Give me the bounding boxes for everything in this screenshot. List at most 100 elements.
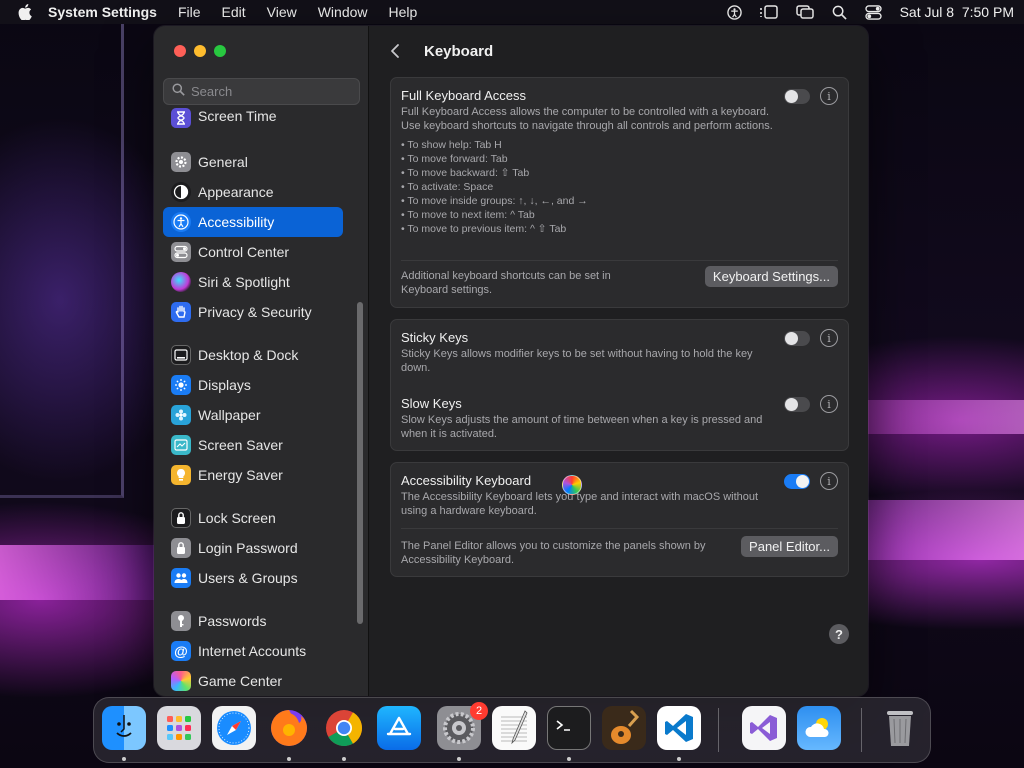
- sidebar-item-internet-accounts[interactable]: @ Internet Accounts: [163, 636, 343, 666]
- sidebar-item-desktop-dock[interactable]: Desktop & Dock: [163, 340, 343, 370]
- sidebar-item-label: Users & Groups: [198, 570, 298, 586]
- search-input[interactable]: [191, 84, 351, 99]
- panel-editor-description: The Panel Editor allows you to customize…: [401, 540, 706, 566]
- wallpaper-frame-shape: [0, 24, 124, 498]
- firefox-icon[interactable]: [267, 706, 311, 750]
- sidebar-item-label: Screen Saver: [198, 437, 283, 453]
- vscode-icon[interactable]: [657, 706, 701, 750]
- terminal-icon[interactable]: [547, 706, 591, 750]
- sidebar-search[interactable]: [163, 78, 360, 105]
- trash-icon[interactable]: [878, 706, 922, 750]
- help-button[interactable]: ?: [829, 624, 849, 644]
- keyboard-settings-button[interactable]: Keyboard Settings...: [704, 266, 838, 287]
- shortcut-item: • To move inside groups: ↑, ↓, ←, and →: [401, 195, 588, 207]
- sidebar-item-screen-time[interactable]: Screen Time: [163, 108, 343, 130]
- shortcut-item: • To move backward: ⇧ Tab: [401, 167, 530, 179]
- app-store-icon[interactable]: [377, 706, 421, 750]
- back-button[interactable]: [390, 41, 410, 61]
- lock-icon: [171, 508, 191, 528]
- accessibility-keyboard-row: Accessibility Keyboard The Accessibility…: [391, 463, 848, 528]
- screen-saver-icon: [171, 435, 191, 455]
- spotlight-search-icon[interactable]: [832, 5, 847, 20]
- full-keyboard-access-row: Full Keyboard Access Full Keyboard Acces…: [391, 78, 848, 260]
- visual-studio-icon[interactable]: [742, 706, 786, 750]
- content-pane: Keyboard Full Keyboard Access Full Keybo…: [370, 26, 868, 696]
- wallpaper-glow-right-upper: [868, 400, 1024, 434]
- full-keyboard-access-toggle[interactable]: [784, 89, 810, 104]
- minimize-window-button[interactable]: [194, 45, 206, 57]
- weather-icon[interactable]: [797, 706, 841, 750]
- sidebar-item-appearance[interactable]: Appearance: [163, 177, 343, 207]
- garageband-icon[interactable]: [602, 706, 646, 750]
- window-controls: [174, 45, 226, 57]
- textedit-icon[interactable]: [492, 706, 536, 750]
- accessibility-keyboard-toggle[interactable]: [784, 474, 810, 489]
- accessibility-keyboard-title: Accessibility Keyboard: [401, 473, 532, 488]
- stage-manager-icon[interactable]: [759, 5, 778, 19]
- sidebar-item-label: General: [198, 154, 248, 170]
- shortcut-item: • To move forward: Tab: [401, 153, 508, 165]
- zoom-window-button[interactable]: [214, 45, 226, 57]
- menu-app-name[interactable]: System Settings: [48, 4, 157, 20]
- slow-keys-info-button[interactable]: i: [820, 395, 838, 413]
- sticky-keys-info-button[interactable]: i: [820, 329, 838, 347]
- sidebar-item-label: Privacy & Security: [198, 304, 312, 320]
- wallpaper-glow-right: [868, 500, 1024, 560]
- busy-cursor-icon: [562, 475, 582, 495]
- sidebar-item-passwords[interactable]: Passwords: [163, 606, 343, 636]
- accessibility-status-icon[interactable]: [726, 4, 742, 20]
- sidebar-item-wallpaper[interactable]: Wallpaper: [163, 400, 343, 430]
- sidebar-item-accessibility[interactable]: Accessibility: [163, 207, 343, 237]
- screen-mirroring-icon[interactable]: [795, 5, 814, 19]
- sidebar-item-lock-screen[interactable]: Lock Screen: [163, 503, 343, 533]
- sidebar-item-displays[interactable]: Displays: [163, 370, 343, 400]
- apple-icon[interactable]: [18, 4, 34, 20]
- sidebar-item-privacy-security[interactable]: Privacy & Security: [163, 297, 343, 327]
- appearance-icon: [171, 182, 191, 202]
- siri-icon: [171, 272, 191, 292]
- sidebar-item-siri-spotlight[interactable]: Siri & Spotlight: [163, 267, 343, 297]
- sidebar-item-label: Siri & Spotlight: [198, 274, 290, 290]
- menu-edit[interactable]: Edit: [222, 4, 246, 20]
- launchpad-icon[interactable]: [157, 706, 201, 750]
- sidebar-scrollbar[interactable]: [357, 302, 363, 624]
- menu-file[interactable]: File: [178, 4, 201, 20]
- menu-window[interactable]: Window: [318, 4, 368, 20]
- keyboard-settings-description: Additional keyboard shortcuts can be set…: [401, 270, 611, 296]
- shortcut-item: • To move to next item: ^ Tab: [401, 209, 535, 221]
- gear-icon: [171, 152, 191, 172]
- sidebar-item-control-center[interactable]: Control Center: [163, 237, 343, 267]
- sticky-slow-keys-card: Sticky Keys Sticky Keys allows modifier …: [390, 319, 849, 451]
- chrome-icon[interactable]: [322, 706, 366, 750]
- accessibility-keyboard-description: The Accessibility Keyboard lets you type…: [401, 491, 759, 517]
- sidebar-item-general[interactable]: General: [163, 147, 343, 177]
- accessibility-keyboard-card: Accessibility Keyboard The Accessibility…: [390, 462, 849, 577]
- full-keyboard-access-title: Full Keyboard Access: [401, 88, 527, 103]
- panel-editor-button[interactable]: Panel Editor...: [741, 536, 838, 557]
- finder-icon[interactable]: [102, 706, 146, 750]
- full-keyboard-access-info-button[interactable]: i: [820, 87, 838, 105]
- accessibility-keyboard-info-button[interactable]: i: [820, 472, 838, 490]
- sidebar-item-label: Control Center: [198, 244, 290, 260]
- sidebar-item-screen-saver[interactable]: Screen Saver: [163, 430, 343, 460]
- sticky-keys-toggle[interactable]: [784, 331, 810, 346]
- keyboard-settings-row: Additional keyboard shortcuts can be set…: [391, 261, 848, 297]
- close-window-button[interactable]: [174, 45, 186, 57]
- sidebar-item-game-center[interactable]: Game Center: [163, 666, 343, 696]
- dock-separator: [861, 708, 862, 752]
- slow-keys-toggle[interactable]: [784, 397, 810, 412]
- menu-clock[interactable]: Sat Jul 8 7:50 PM: [900, 4, 1014, 20]
- control-center-icon[interactable]: [864, 4, 882, 20]
- running-indicator: [342, 757, 346, 761]
- bulb-icon: [171, 465, 191, 485]
- sidebar-item-users-groups[interactable]: Users & Groups: [163, 563, 343, 593]
- running-indicator: [567, 757, 571, 761]
- hand-icon: [171, 302, 191, 322]
- sidebar-item-label: Lock Screen: [198, 510, 276, 526]
- safari-icon[interactable]: [212, 706, 256, 750]
- sidebar-item-energy-saver[interactable]: Energy Saver: [163, 460, 343, 490]
- menu-view[interactable]: View: [267, 4, 297, 20]
- sidebar-item-login-password[interactable]: Login Password: [163, 533, 343, 563]
- dock-icon: [171, 345, 191, 365]
- menu-help[interactable]: Help: [389, 4, 418, 20]
